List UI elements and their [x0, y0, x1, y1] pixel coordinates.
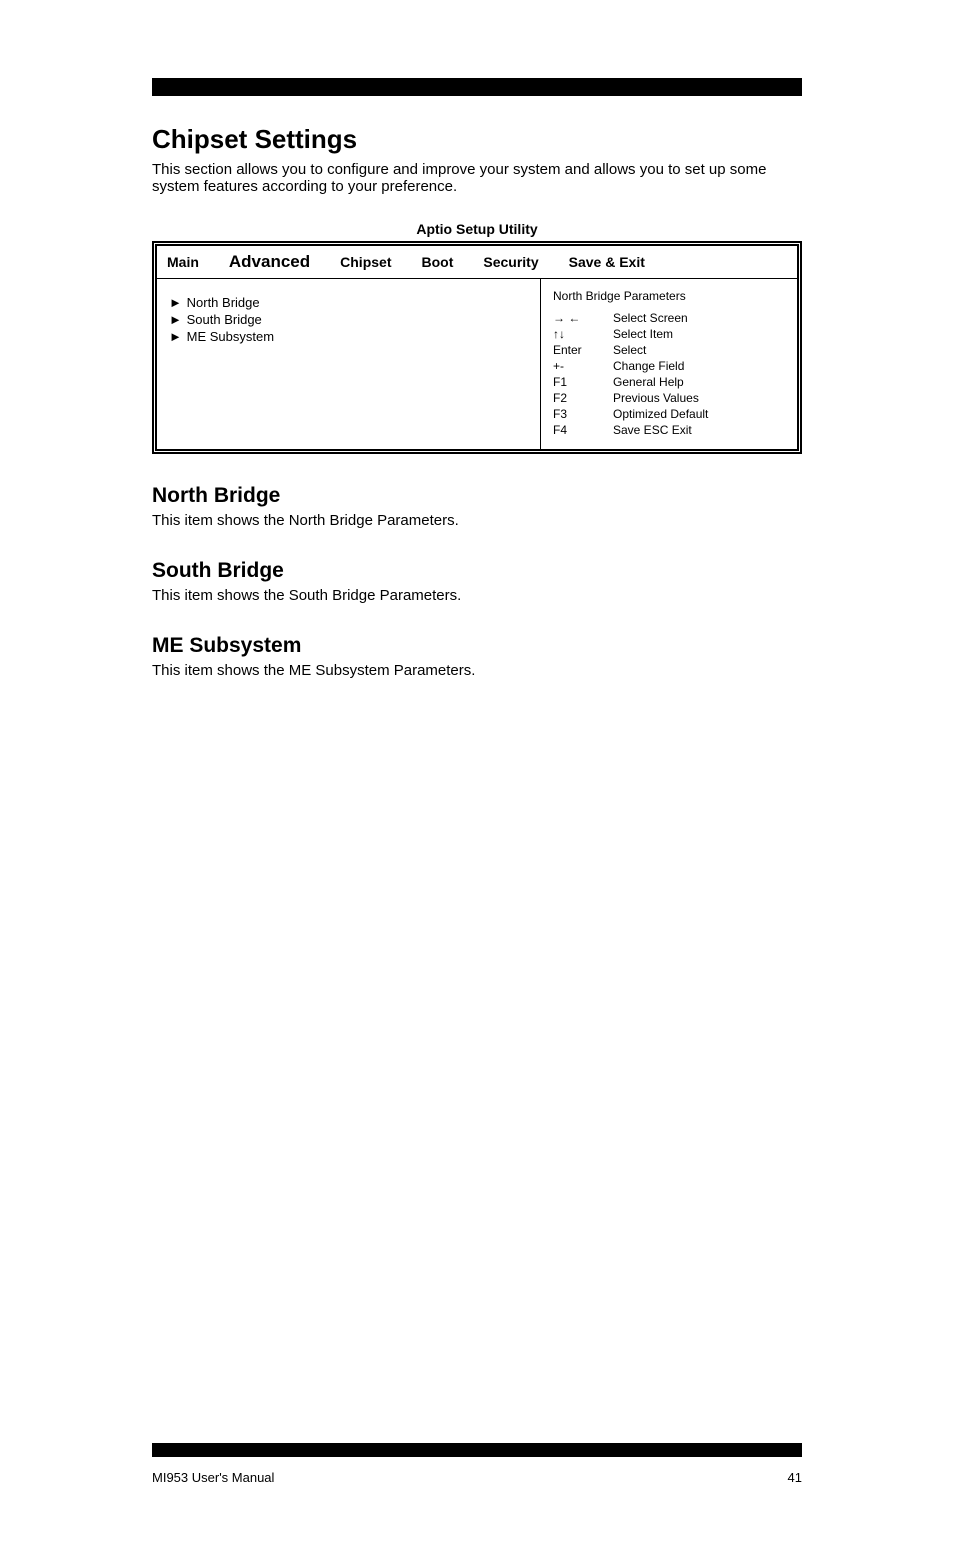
tab-security[interactable]: Security: [483, 254, 538, 270]
help-line: F2 Previous Values: [553, 391, 785, 405]
footer-left: MI953 User's Manual: [152, 1470, 274, 1485]
page-title: Chipset Settings: [152, 124, 802, 155]
section-south-title: South Bridge: [152, 559, 802, 583]
help-desc: Change Field: [613, 359, 684, 373]
help-desc: Optimized Default: [613, 407, 708, 421]
help-top: North Bridge Parameters: [553, 289, 785, 303]
help-desc: Select Screen: [613, 311, 688, 325]
help-desc: Save ESC Exit: [613, 423, 692, 437]
footer-right: 41: [788, 1470, 802, 1485]
section-north-desc: This item shows the North Bridge Paramet…: [152, 512, 802, 529]
help-line: F1 General Help: [553, 375, 785, 389]
menu-item-me-subsystem[interactable]: ► ME Subsystem: [169, 329, 528, 344]
bottom-rule: [152, 1443, 802, 1457]
tab-advanced[interactable]: Advanced: [229, 252, 310, 272]
page-desc: This section allows you to configure and…: [152, 161, 802, 195]
help-desc: Select: [613, 343, 646, 357]
menu-label: North Bridge: [187, 295, 260, 310]
help-key: +-: [553, 359, 607, 373]
triangle-icon: ►: [169, 312, 183, 327]
help-key: F2: [553, 391, 607, 405]
help-line: F3 Optimized Default: [553, 407, 785, 421]
tab-save-exit[interactable]: Save & Exit: [569, 254, 645, 270]
help-desc: Previous Values: [613, 391, 699, 405]
menu-item-north-bridge[interactable]: ► North Bridge: [169, 295, 528, 310]
utility-title: Aptio Setup Utility: [152, 221, 802, 237]
triangle-icon: ►: [169, 329, 183, 344]
help-line: → ← Select Screen: [553, 311, 785, 325]
section-south-desc: This item shows the South Bridge Paramet…: [152, 587, 802, 604]
help-key: Enter: [553, 343, 607, 357]
help-line: Enter Select: [553, 343, 785, 357]
section-north-title: North Bridge: [152, 484, 802, 508]
menu-label: South Bridge: [187, 312, 262, 327]
tab-boot[interactable]: Boot: [421, 254, 453, 270]
help-line: F4 Save ESC Exit: [553, 423, 785, 437]
bios-menu-pane: ► North Bridge ► South Bridge ► ME Subsy…: [157, 279, 541, 449]
help-key: ↑↓: [553, 327, 607, 341]
help-key: F3: [553, 407, 607, 421]
bios-help-pane: North Bridge Parameters → ← Select Scree…: [541, 279, 797, 449]
help-key: F1: [553, 375, 607, 389]
help-desc: General Help: [613, 375, 684, 389]
help-key: F4: [553, 423, 607, 437]
menu-label: ME Subsystem: [187, 329, 274, 344]
bios-tabs: Main Advanced Chipset Boot Security Save…: [157, 246, 797, 279]
section-me-title: ME Subsystem: [152, 634, 802, 658]
bios-window: Main Advanced Chipset Boot Security Save…: [152, 241, 802, 454]
help-line: +- Change Field: [553, 359, 785, 373]
section-me-desc: This item shows the ME Subsystem Paramet…: [152, 662, 802, 679]
help-line: ↑↓ Select Item: [553, 327, 785, 341]
menu-item-south-bridge[interactable]: ► South Bridge: [169, 312, 528, 327]
tab-chipset[interactable]: Chipset: [340, 254, 391, 270]
top-rule: [152, 78, 802, 96]
tab-main[interactable]: Main: [167, 254, 199, 270]
footer: MI953 User's Manual 41: [152, 1470, 802, 1485]
triangle-icon: ►: [169, 295, 183, 310]
help-desc: Select Item: [613, 327, 673, 341]
help-key: → ←: [553, 311, 607, 325]
